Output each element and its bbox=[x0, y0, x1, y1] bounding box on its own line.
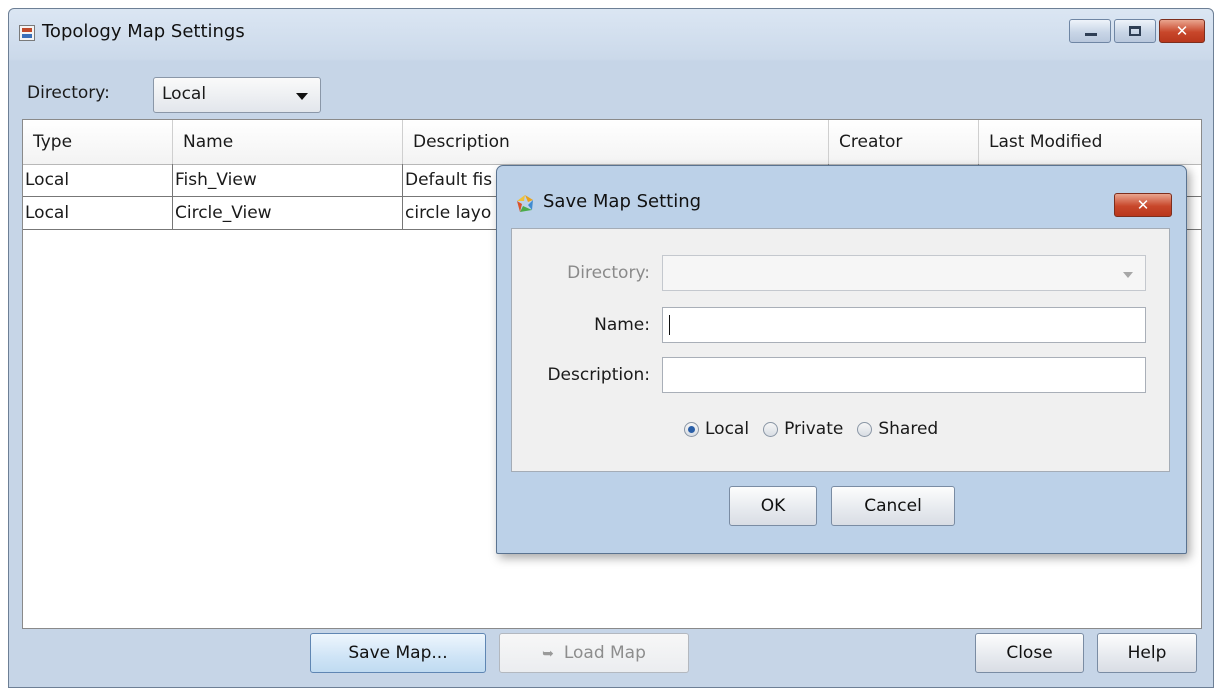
column-header-last-modified[interactable]: Last Modified bbox=[979, 120, 1201, 164]
radio-label-shared: Shared bbox=[878, 419, 939, 439]
name-field-label: Name: bbox=[594, 315, 650, 335]
java-app-icon bbox=[19, 25, 35, 41]
name-input[interactable] bbox=[662, 307, 1146, 343]
arrow-right-icon: ➥ bbox=[542, 646, 554, 662]
maximize-button[interactable] bbox=[1114, 19, 1156, 43]
column-header-type[interactable]: Type bbox=[23, 120, 173, 164]
type-radio-group: Local Private Shared bbox=[684, 419, 952, 439]
directory-dropdown-value: Local bbox=[162, 84, 207, 104]
cell-name: Circle_View bbox=[173, 197, 403, 229]
directory-select bbox=[662, 255, 1146, 291]
app-logo-icon bbox=[517, 195, 533, 212]
load-map-label: Load Map bbox=[563, 643, 646, 663]
radio-private[interactable]: Private bbox=[763, 419, 843, 439]
minimize-button[interactable] bbox=[1069, 19, 1111, 43]
dialog-title-bar[interactable]: Save Map Setting ✕ bbox=[497, 166, 1186, 226]
save-map-setting-dialog: Save Map Setting ✕ Directory: Name: Desc… bbox=[496, 165, 1187, 554]
description-field-label: Description: bbox=[547, 365, 650, 385]
radio-label-private: Private bbox=[784, 419, 844, 439]
text-cursor bbox=[669, 315, 670, 335]
dialog-title: Save Map Setting bbox=[543, 191, 702, 212]
radio-selected-icon[interactable] bbox=[684, 421, 699, 437]
window-close-button[interactable]: ✕ bbox=[1159, 19, 1205, 43]
save-map-button[interactable]: Save Map... bbox=[310, 633, 486, 673]
close-icon: ✕ bbox=[1175, 22, 1189, 40]
close-icon: ✕ bbox=[1136, 196, 1150, 214]
dialog-buttons: OK Cancel bbox=[511, 474, 1170, 538]
directory-label: Directory: bbox=[27, 83, 110, 103]
cell-name: Fish_View bbox=[173, 164, 403, 196]
radio-label-local: Local bbox=[705, 419, 750, 439]
column-header-creator[interactable]: Creator bbox=[829, 120, 979, 164]
button-bar: Save Map... ➥ Load Map Close Help bbox=[9, 621, 1213, 687]
maximize-icon bbox=[1129, 26, 1141, 36]
description-input[interactable] bbox=[662, 357, 1146, 393]
cancel-button[interactable]: Cancel bbox=[831, 486, 955, 526]
chevron-down-icon bbox=[1123, 272, 1133, 278]
radio-shared[interactable]: Shared bbox=[857, 419, 938, 439]
help-button[interactable]: Help bbox=[1097, 633, 1197, 673]
radio-unselected-icon[interactable] bbox=[763, 421, 779, 437]
radio-local[interactable]: Local bbox=[684, 419, 749, 439]
window-title: Topology Map Settings bbox=[42, 21, 245, 42]
directory-field-label: Directory: bbox=[567, 263, 650, 283]
window-controls: ✕ bbox=[1069, 19, 1205, 45]
dialog-close-button[interactable]: ✕ bbox=[1114, 193, 1172, 217]
directory-dropdown[interactable]: Local bbox=[153, 77, 321, 113]
table-header: Type Name Description Creator Last Modif… bbox=[23, 120, 1201, 165]
column-header-name[interactable]: Name bbox=[173, 120, 403, 164]
window-title-bar[interactable]: Topology Map Settings ✕ bbox=[9, 9, 1213, 59]
load-map-button[interactable]: ➥ Load Map bbox=[499, 633, 689, 673]
radio-unselected-icon[interactable] bbox=[857, 421, 873, 437]
close-button[interactable]: Close bbox=[975, 633, 1084, 673]
minimize-icon bbox=[1085, 33, 1097, 36]
column-header-description[interactable]: Description bbox=[403, 120, 829, 164]
dialog-form: Directory: Name: Description: Local Priv… bbox=[511, 228, 1170, 472]
cell-type: Local bbox=[23, 197, 173, 229]
chevron-down-icon bbox=[296, 93, 308, 100]
ok-button[interactable]: OK bbox=[729, 486, 817, 526]
cell-type: Local bbox=[23, 164, 173, 196]
